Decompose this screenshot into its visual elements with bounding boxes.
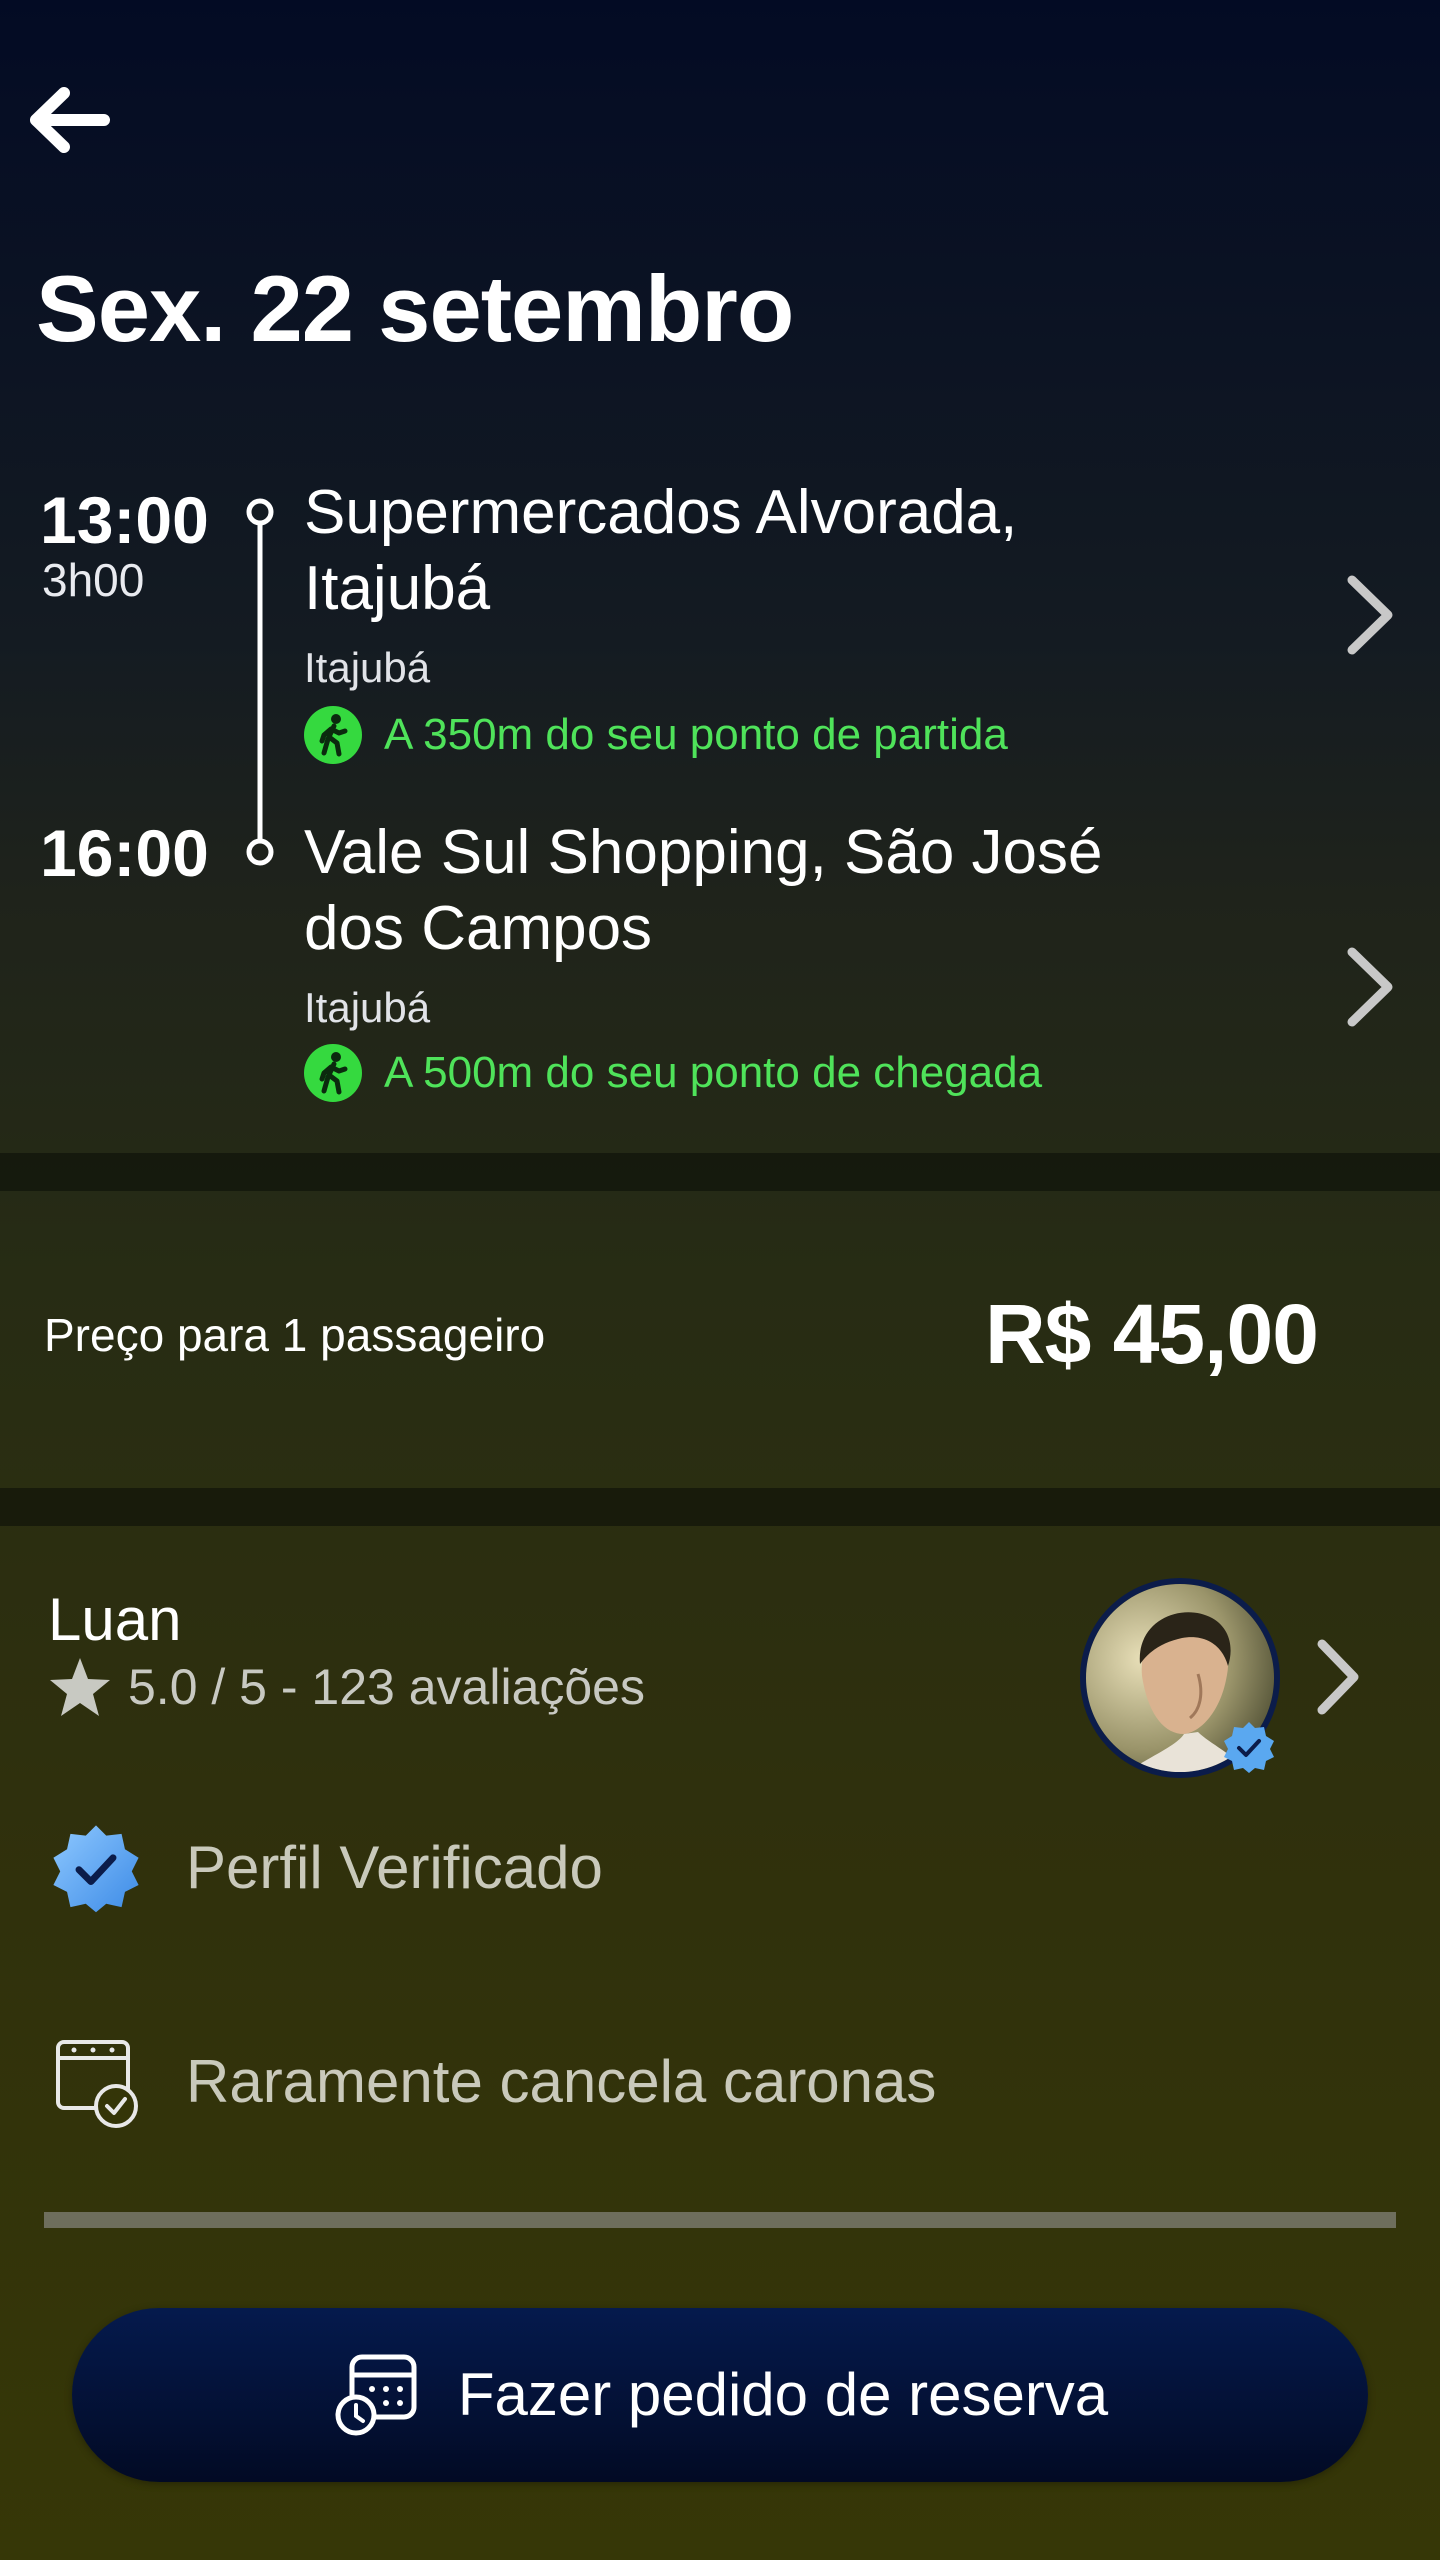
route-section: 13:00 3h00 Supermercados Alvorada, Itaju… — [0, 455, 1440, 1155]
star-icon — [50, 1658, 110, 1716]
section-divider — [0, 1153, 1440, 1191]
arrival-time: 16:00 — [40, 816, 209, 890]
calendar-check-icon — [56, 2040, 138, 2128]
departure-walk-info: A 350m do seu ponto de partida — [304, 706, 1008, 764]
feature-rarely-cancels: Raramente cancela caronas — [50, 2036, 936, 2128]
back-button[interactable] — [30, 80, 130, 160]
feature-verified-profile: Perfil Verificado — [50, 1822, 603, 1914]
chevron-right-icon[interactable] — [1310, 1632, 1366, 1722]
arrival-location: Vale Sul Shopping, São José dos Campos — [304, 818, 1103, 963]
walking-person-icon — [304, 706, 362, 764]
arrival-walk-info: A 500m do seu ponto de chegada — [304, 1044, 1042, 1102]
departure-time: 13:00 — [40, 483, 209, 557]
chevron-right-icon[interactable] — [1340, 942, 1400, 1032]
route-timeline — [246, 498, 274, 866]
chevron-right-icon[interactable] — [1340, 570, 1400, 660]
separator-line — [44, 2212, 1396, 2228]
driver-avatar[interactable] — [1080, 1578, 1280, 1778]
request-booking-button[interactable]: Fazer pedido de reserva — [72, 2308, 1368, 2482]
arrow-left-icon — [30, 87, 110, 153]
verified-badge-icon — [53, 1825, 139, 1913]
walking-person-icon — [304, 1044, 362, 1102]
price-value: R$ 45,00 — [985, 1287, 1319, 1381]
driver-name: Luan — [48, 1586, 182, 1653]
departure-city: Itajubá — [304, 644, 431, 691]
departure-location: Supermercados Alvorada, Itajubá — [304, 478, 1018, 623]
calendar-clock-icon — [335, 2354, 417, 2436]
arrival-city: Itajubá — [304, 984, 431, 1031]
driver-rating: 5.0 / 5 - 123 avaliações — [48, 1656, 645, 1718]
price-label: Preço para 1 passageiro — [44, 1309, 546, 1361]
page-title: Sex. 22 setembro — [36, 256, 794, 361]
verified-badge-icon — [1224, 1722, 1274, 1773]
trip-duration: 3h00 — [42, 554, 145, 606]
section-divider — [0, 1488, 1440, 1526]
